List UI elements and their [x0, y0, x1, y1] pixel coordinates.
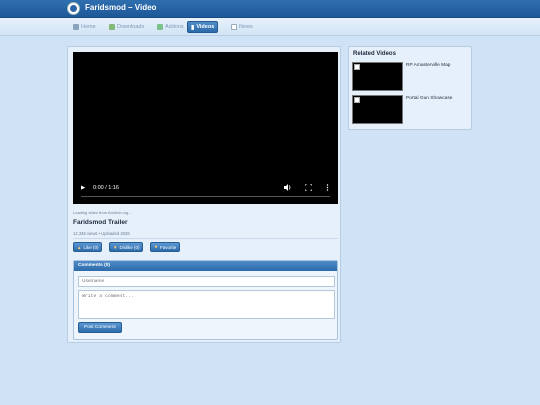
fullscreen-icon[interactable]: [305, 184, 312, 191]
news-icon: [231, 24, 237, 30]
downloads-icon: [109, 24, 115, 30]
related-video-thumbnail[interactable]: [352, 95, 403, 124]
nav-item-home[interactable]: Home: [70, 21, 99, 33]
nav-item-downloads[interactable]: Downloads: [106, 21, 147, 33]
related-videos-panel: Related Videos RP Amasterville Map Porta…: [348, 46, 472, 130]
dislike-button[interactable]: ▼ Dislike (0): [109, 242, 144, 252]
related-video-title[interactable]: RP Amasterville Map: [406, 63, 450, 68]
more-options-icon[interactable]: [326, 184, 329, 191]
related-video-item[interactable]: Portal Gun Showcase: [352, 95, 470, 125]
home-icon: [73, 24, 79, 30]
play-icon[interactable]: ▶: [81, 185, 85, 191]
addons-icon: [157, 24, 163, 30]
comments-header: Comments (0): [74, 261, 337, 271]
related-video-title[interactable]: Portal Gun Showcase: [406, 96, 452, 101]
broken-image-icon: [354, 97, 360, 103]
video-time: 0:00 / 1:16: [93, 185, 119, 191]
post-comment-button[interactable]: Post Comment: [78, 322, 122, 333]
comments-section: Comments (0) Post Comment: [73, 260, 338, 340]
nav-item-news[interactable]: News: [228, 21, 256, 33]
video-progress-bar[interactable]: [81, 196, 330, 197]
main-nav: Home Downloads Addons ▮ Videos News: [0, 18, 540, 36]
username-input[interactable]: [78, 276, 335, 287]
thumbs-up-icon: ▲: [77, 244, 82, 250]
nav-item-videos[interactable]: ▮ Videos: [187, 21, 219, 33]
divider: [73, 238, 338, 239]
video-player[interactable]: ▶ 0:00 / 1:16: [73, 52, 338, 204]
thumbs-down-icon: ▼: [113, 244, 118, 250]
related-video-item[interactable]: RP Amasterville Map: [352, 62, 470, 92]
volume-icon[interactable]: [284, 184, 292, 191]
video-meta: 12,345 views • Uploaded 2026: [73, 231, 130, 236]
broken-image-icon: [354, 64, 360, 70]
nav-item-addons[interactable]: Addons: [154, 21, 187, 33]
related-videos-title: Related Videos: [353, 51, 396, 57]
star-icon: ★: [154, 244, 159, 249]
app-header: Faridsmod – Video: [0, 0, 540, 18]
video-panel: ▶ 0:00 / 1:16 Loading video from Archive…: [67, 46, 341, 343]
related-video-thumbnail[interactable]: [352, 62, 403, 91]
page-title: Faridsmod – Video: [85, 3, 157, 12]
like-button[interactable]: ▲ Like (0): [73, 242, 103, 252]
videos-icon: ▮: [191, 24, 195, 31]
video-title: Faridsmod Trailer: [73, 219, 128, 226]
loading-status: Loading video from Archive.org...: [73, 210, 132, 215]
site-logo[interactable]: [67, 2, 80, 15]
comment-textarea[interactable]: [78, 290, 335, 319]
favorite-button[interactable]: ★ Favorite: [150, 242, 181, 252]
